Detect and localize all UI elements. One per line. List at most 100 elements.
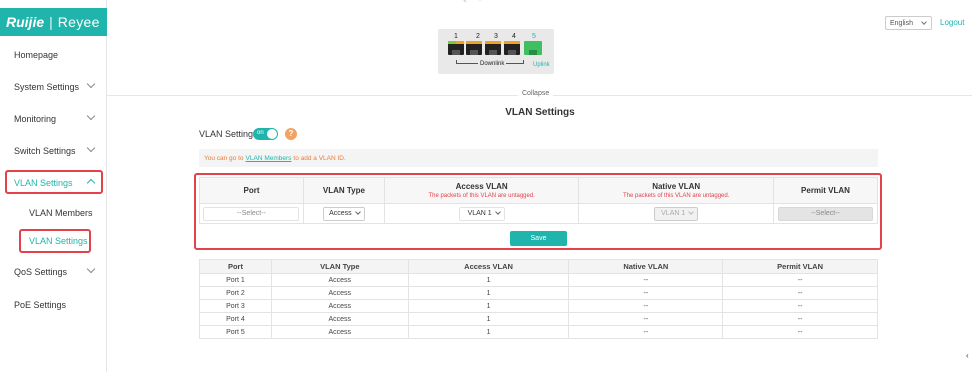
table-row: Port 2 Access 1 -- --	[199, 286, 878, 300]
port-3-icon[interactable]	[485, 41, 501, 55]
port-1-icon[interactable]	[448, 41, 464, 55]
access-vlan-select[interactable]: VLAN 1	[458, 206, 505, 221]
help-icon[interactable]: ?	[285, 128, 297, 140]
chevron-down-icon	[494, 208, 501, 215]
vlan-settings-toggle[interactable]: on	[253, 128, 278, 140]
col-header-port: Port	[199, 259, 272, 274]
port-number: 1	[454, 33, 458, 40]
table-cell: --	[722, 286, 878, 300]
access-vlan-value: VLAN 1	[467, 209, 492, 217]
col-header-access-vlan: Access VLAN The packets of this VLAN are…	[383, 177, 580, 204]
save-button[interactable]: Save	[510, 231, 567, 246]
table-cell: Port 2	[199, 286, 272, 300]
chevron-down-icon	[86, 79, 96, 89]
table-cell: --	[568, 312, 724, 326]
col-header-permit-vlan: Permit VLAN	[722, 259, 878, 274]
col-header-native-vlan: Native VLAN	[568, 259, 724, 274]
table-cell: --	[568, 325, 724, 339]
col-header-note: The packets of this VLAN are untagged.	[428, 192, 535, 199]
table-header-row: Port VLAN Type Access VLAN Native VLAN P…	[199, 259, 878, 274]
table-cell: 1	[407, 286, 570, 300]
table-cell: --	[568, 299, 724, 313]
sidebar-item-poe-settings[interactable]: PoE Settings	[0, 293, 107, 317]
sidebar-item-label: QoS Settings	[14, 267, 68, 277]
table-cell: --	[568, 286, 724, 300]
vlan-settings-toggle-label: VLAN Settings	[199, 129, 258, 139]
sidebar-item-label: Monitoring	[14, 114, 57, 124]
table-cell: Access	[270, 273, 409, 287]
table-cell: --	[722, 325, 878, 339]
highlight-box-vlan-settings-subitem	[19, 229, 91, 253]
device-port-panel: 1 2 3 4 5 Downlink Uplink	[438, 29, 554, 74]
table-row: Port 4 Access 1 -- --	[199, 312, 878, 326]
brand-logo: Ruijie | Reyee	[0, 8, 107, 36]
notice-banner: You can go to VLAN Members to add a VLAN…	[199, 149, 878, 167]
chevron-down-icon	[86, 264, 96, 274]
table-cell: --	[568, 273, 724, 287]
sidebar-item-switch-settings[interactable]: Switch Settings	[0, 139, 107, 163]
table-cell: Port 1	[199, 273, 272, 287]
table-header-row: Port VLAN Type Access VLAN The packets o…	[199, 177, 879, 204]
decorative-top-mark	[445, 0, 481, 3]
port-select[interactable]: --Select--	[203, 206, 300, 221]
table-cell: Access	[270, 299, 409, 313]
table-cell: 1	[407, 325, 570, 339]
table-cell: Port 5	[199, 325, 272, 339]
table-cell: Access	[302, 203, 385, 224]
logout-link[interactable]: Logout	[940, 18, 964, 27]
vlan-members-link[interactable]: VLAN Members	[246, 155, 292, 162]
table-cell: Access	[270, 312, 409, 326]
col-header-vlan-type: VLAN Type	[270, 259, 409, 274]
table-cell: 1	[407, 312, 570, 326]
port-number: 4	[512, 33, 516, 40]
port-number: 2	[476, 33, 480, 40]
port-2-icon[interactable]	[466, 41, 482, 55]
col-header-port: Port	[199, 177, 304, 204]
col-header-note: The packets of this VLAN are untagged.	[623, 192, 730, 199]
vlan-type-select[interactable]: Access	[323, 206, 365, 221]
table-cell: VLAN 1	[383, 203, 580, 224]
table-cell: 1	[407, 273, 570, 287]
vlan-config-table: Port VLAN Type Access VLAN The packets o…	[199, 177, 879, 224]
table-cell: --	[722, 312, 878, 326]
table-cell: --	[722, 299, 878, 313]
sidebar-subitem-label: VLAN Members	[29, 208, 93, 218]
table-cell: Port 3	[199, 299, 272, 313]
port-4-icon[interactable]	[504, 41, 520, 55]
sidebar-item-system-settings[interactable]: System Settings	[0, 75, 107, 99]
scroll-indicator-icon: ‹	[966, 351, 969, 360]
col-header-permit-vlan: Permit VLAN	[772, 177, 879, 204]
port-5-uplink-icon[interactable]	[524, 41, 542, 55]
uplink-label: Uplink	[533, 62, 550, 68]
language-select[interactable]: English	[885, 16, 932, 30]
notice-suffix: to add a VLAN ID.	[293, 154, 346, 162]
sidebar-item-homepage[interactable]: Homepage	[0, 43, 107, 67]
sidebar-subitem-vlan-members[interactable]: VLAN Members	[29, 203, 93, 223]
table-cell: Port 4	[199, 312, 272, 326]
sidebar-item-label: Switch Settings	[14, 146, 76, 156]
permit-vlan-select[interactable]: --Select--	[777, 206, 873, 221]
col-header-label: Native VLAN	[652, 181, 701, 191]
table-row: Port 3 Access 1 -- --	[199, 299, 878, 313]
table-cell: 1	[407, 299, 570, 313]
collapse-toggle[interactable]: Collapse	[518, 90, 554, 97]
toggle-knob	[267, 129, 277, 139]
chevron-down-icon	[86, 143, 96, 153]
col-header-access-vlan: Access VLAN	[407, 259, 570, 274]
table-row: --Select-- Access VLAN 1 VLAN 1 --Select…	[199, 203, 879, 224]
port-number: 5	[532, 33, 536, 40]
sidebar-item-label: System Settings	[14, 82, 80, 92]
sidebar-item-monitoring[interactable]: Monitoring	[0, 107, 107, 131]
chevron-down-icon	[921, 19, 927, 25]
language-value: English	[890, 19, 913, 27]
table-cell: Access	[270, 325, 409, 339]
sidebar-item-label: Homepage	[14, 50, 59, 60]
native-vlan-select[interactable]: VLAN 1	[654, 206, 699, 221]
table-row: Port 5 Access 1 -- --	[199, 325, 878, 339]
table-cell: --Select--	[199, 203, 304, 224]
sidebar: Ruijie | Reyee Homepage System Settings …	[0, 0, 107, 372]
sidebar-item-qos-settings[interactable]: QoS Settings	[0, 260, 107, 284]
page-title: VLAN Settings	[505, 107, 575, 118]
col-header-label: Access VLAN	[455, 181, 508, 191]
col-header-vlan-type: VLAN Type	[302, 177, 385, 204]
